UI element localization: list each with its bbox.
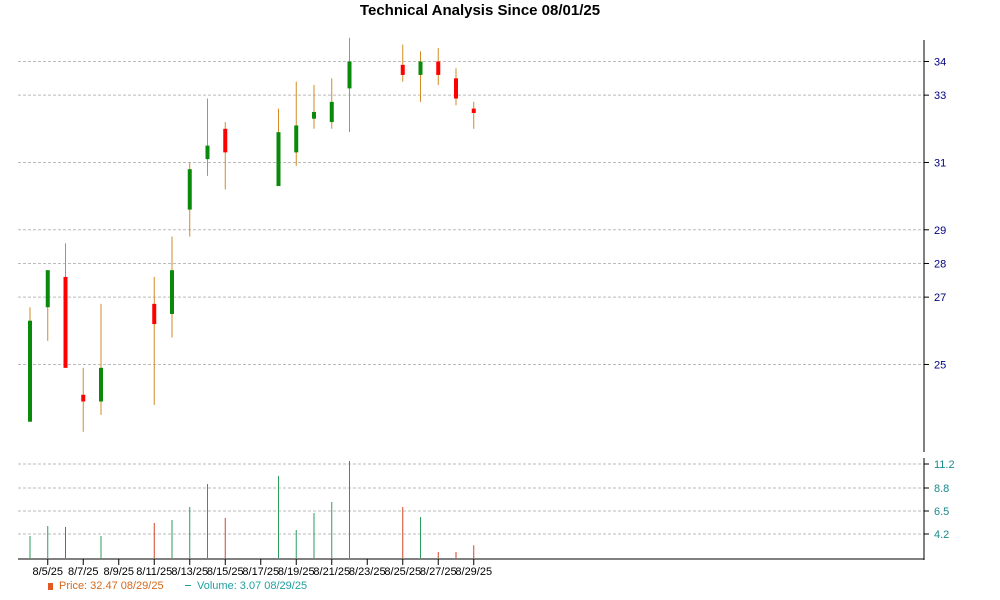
x-tick-label: 8/27/25 [420, 566, 457, 578]
candle-body [170, 270, 174, 314]
x-tick-label: 8/21/25 [313, 566, 350, 578]
candle-body [400, 64, 405, 75]
x-tick-label: 8/25/25 [384, 566, 421, 578]
x-tick-label: 8/19/25 [278, 566, 315, 578]
price-tick-label: 33 [934, 90, 946, 102]
volume-tick-label: 4.2 [934, 529, 949, 541]
candle-body [329, 101, 334, 123]
candle-body [187, 169, 192, 210]
candle-body [99, 367, 103, 402]
x-tick-label: 8/11/25 [136, 566, 172, 578]
candle-body [454, 78, 458, 99]
x-tick-label: 8/13/25 [171, 566, 208, 578]
candle-body [63, 276, 68, 368]
volume-tick-label: 8.8 [934, 483, 949, 495]
candle-body [205, 145, 210, 160]
price-legend-marker [48, 583, 53, 590]
candle-body [28, 320, 32, 422]
candlestick-chart: 25 27 28 29 31 33 34 4.2 6.5 8.8 11.2 8/5/25 8/7/25 8… [18, 37, 955, 578]
price-tick-label: 34 [934, 56, 946, 68]
volume-legend-marker [185, 585, 191, 586]
price-tick-label: 27 [934, 292, 946, 304]
x-tick-label: 8/29/25 [455, 566, 492, 578]
candle-body [294, 125, 299, 153]
tick-labels: 25 27 28 29 31 33 34 4.2 6.5 8.8 11.2 8/5/25 8/7/25 8… [32, 56, 954, 578]
price-tick-label: 29 [934, 225, 946, 237]
price-tick-label: 25 [934, 359, 946, 371]
volume-tick-label: 6.5 [934, 506, 949, 518]
candle-body [152, 303, 157, 325]
candle-body [471, 108, 476, 113]
x-tick-label: 8/5/25 [32, 566, 63, 578]
candle-body [223, 128, 228, 153]
candle-body [276, 132, 281, 187]
candle-body [347, 61, 352, 89]
legend-price-text: Price: 32.47 08/29/25 [59, 580, 164, 592]
candle-body [312, 111, 316, 119]
legend-price: Price: 32.47 08/29/25 [48, 579, 164, 593]
x-tick-label: 8/15/25 [207, 566, 244, 578]
x-tick-label: 8/17/25 [242, 566, 279, 578]
legend-volume: Volume: 3.07 08/29/25 [185, 579, 307, 593]
price-tick-label: 31 [934, 157, 946, 169]
legend-volume-text: Volume: 3.07 08/29/25 [197, 580, 308, 592]
x-tick-label: 8/23/25 [349, 566, 386, 578]
volume-bars [29, 461, 475, 558]
candle-body [45, 270, 50, 308]
candle-body [436, 61, 441, 75]
x-tick-label: 8/9/25 [103, 566, 134, 578]
candle-body [418, 61, 423, 75]
x-tick-label: 8/7/25 [68, 566, 99, 578]
candle-body [81, 394, 86, 402]
price-candles [28, 37, 476, 432]
volume-tick-label: 11.2 [934, 459, 955, 471]
price-tick-label: 28 [934, 258, 946, 270]
